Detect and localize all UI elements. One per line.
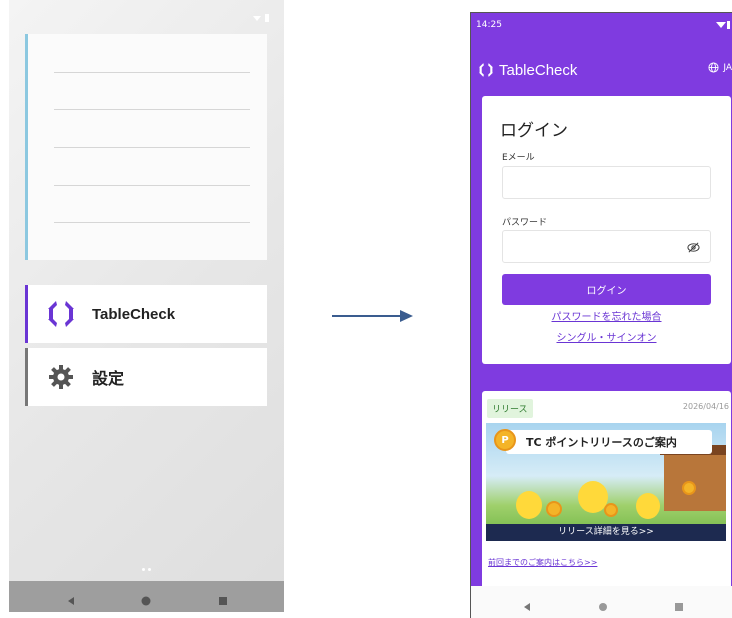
comparison-stage: TableCheck 設定 14:25 TableCheck JA ログイン E… [0, 0, 732, 618]
banner-title: TC ポイントリリースのご案内 [506, 430, 712, 454]
release-badge: リリース [487, 399, 533, 418]
email-field[interactable] [502, 166, 711, 199]
launcher-item-settings[interactable]: 設定 [25, 348, 267, 406]
login-button[interactable]: ログイン [502, 274, 711, 305]
coin-illustration [546, 501, 562, 517]
launcher-item-label: 設定 [92, 371, 125, 388]
password-field[interactable] [502, 230, 711, 263]
release-card: リリース 2026/04/16 TC ポイントリリースのご案内 P リリース詳細… [482, 391, 731, 618]
brand-name: TableCheck [499, 61, 578, 79]
tablecheck-logo-icon [479, 63, 493, 77]
gear-icon [44, 360, 78, 394]
system-nav-bar [9, 581, 284, 612]
login-title: ログイン [500, 121, 568, 141]
banner-cta[interactable]: リリース詳細を見る>> [486, 524, 726, 541]
login-screen: 14:25 TableCheck JA ログイン Eメール パスワード ログイン… [470, 12, 732, 618]
back-icon[interactable] [66, 591, 76, 610]
status-icons [252, 14, 272, 25]
page-indicator [140, 568, 154, 572]
launcher-screen: TableCheck 設定 [9, 0, 284, 612]
globe-icon [708, 62, 719, 73]
forgot-password-link[interactable]: パスワードを忘れた場合 [482, 308, 731, 323]
recents-icon[interactable] [218, 591, 228, 610]
phone-frame-edge [470, 12, 732, 13]
placeholder-line [54, 109, 250, 110]
placeholder-line [54, 72, 250, 73]
sso-link[interactable]: シングル・サインオン [482, 329, 731, 344]
language-label: JA [723, 62, 732, 73]
language-selector[interactable]: JA [708, 62, 732, 73]
release-banner[interactable]: TC ポイントリリースのご案内 P リリース詳細を見る>> [486, 423, 726, 541]
coin-illustration [682, 481, 696, 495]
coin-illustration [604, 503, 618, 517]
back-icon[interactable] [522, 597, 532, 616]
release-date: 2026/04/16 [682, 402, 729, 411]
page-dot [142, 568, 145, 571]
email-label: Eメール [502, 153, 535, 163]
placeholder-line [54, 222, 250, 223]
recents-icon[interactable] [674, 597, 684, 616]
system-nav-bar [470, 586, 732, 618]
placeholder-line [54, 147, 250, 148]
home-icon[interactable] [141, 591, 151, 610]
home-icon[interactable] [598, 597, 608, 616]
tablecheck-logo-icon [44, 297, 78, 331]
chick-illustration [636, 493, 660, 519]
launcher-item-label: TableCheck [92, 305, 176, 323]
launcher-placeholder-card [25, 34, 267, 260]
app-header: TableCheck JA [470, 58, 732, 82]
password-label: パスワード [502, 218, 548, 228]
wifi-icon [716, 21, 730, 32]
chick-illustration [516, 491, 542, 519]
phone-frame-edge [470, 12, 471, 618]
status-time: 14:25 [476, 20, 502, 30]
launcher-item-tablecheck[interactable]: TableCheck [25, 285, 267, 343]
login-card: ログイン Eメール パスワード ログイン パスワードを忘れた場合 シングル・サイ… [482, 96, 731, 364]
status-bar: 14:25 [470, 12, 732, 38]
coin-icon: P [494, 429, 516, 451]
placeholder-line [54, 185, 250, 186]
transition-arrow-icon [332, 310, 413, 322]
house-illustration [664, 451, 726, 511]
page-dot [148, 568, 151, 571]
eye-off-icon[interactable] [687, 241, 700, 254]
previous-announcements-link[interactable]: 前回までのご案内はこちら>> [488, 557, 597, 568]
